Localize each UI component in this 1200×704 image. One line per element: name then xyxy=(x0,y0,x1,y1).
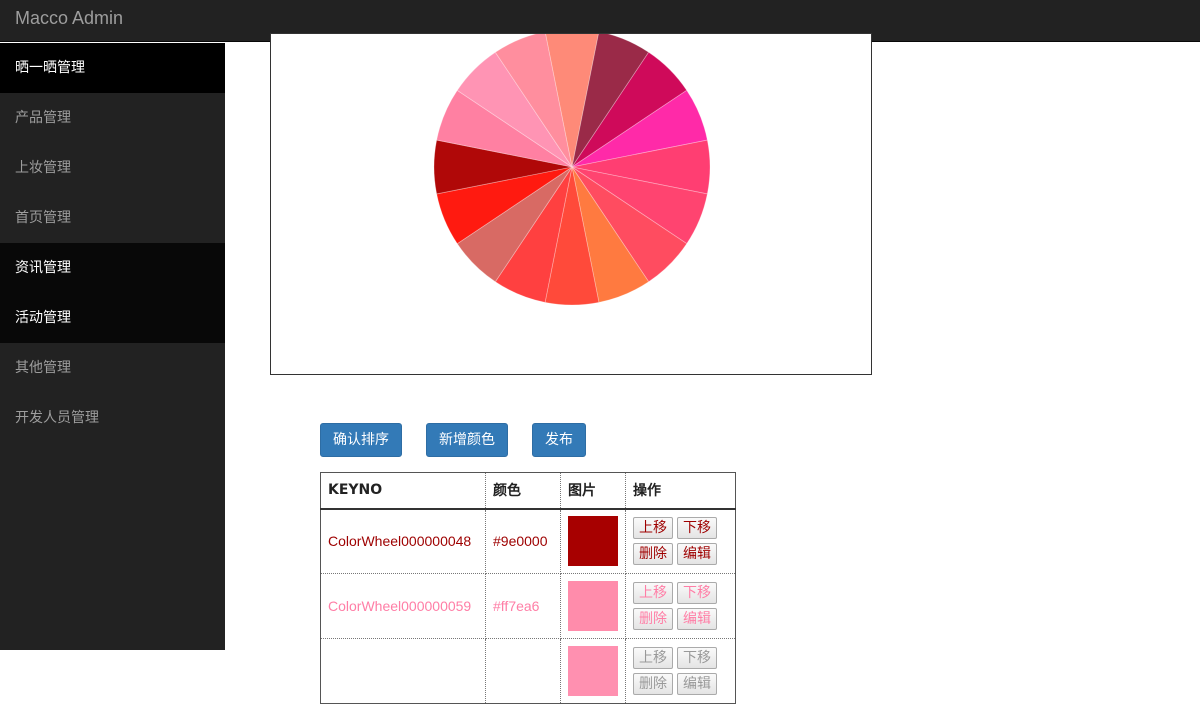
image-cell xyxy=(560,508,626,574)
sidebar-item-events[interactable]: 活动管理 xyxy=(0,293,225,343)
keyno-cell xyxy=(320,638,486,704)
keyno-cell: ColorWheel000000059 xyxy=(320,573,486,639)
color-code-cell: #ff7ea6 xyxy=(485,573,561,639)
edit-button[interactable]: 编辑 xyxy=(677,543,717,566)
image-cell xyxy=(560,638,626,704)
delete-button[interactable]: 删除 xyxy=(633,673,673,695)
keyno-cell: ColorWheel000000048 xyxy=(320,508,486,574)
sidebar-item-homepage[interactable]: 首页管理 xyxy=(0,193,225,243)
sidebar-item-developers[interactable]: 开发人员管理 xyxy=(0,393,225,443)
column-header-actions: 操作 xyxy=(625,472,736,510)
actions-cell: 上移 下移 删除 编辑 xyxy=(625,638,736,704)
confirm-sort-button[interactable]: 确认排序 xyxy=(320,423,402,457)
color-code-cell: #9e0000 xyxy=(485,508,561,574)
sidebar: 晒一晒管理 产品管理 上妆管理 首页管理 资讯管理 活动管理 其他管理 开发人员… xyxy=(0,43,225,650)
move-down-button[interactable]: 下移 xyxy=(677,582,717,604)
sidebar-item-makeup[interactable]: 上妆管理 xyxy=(0,143,225,193)
move-up-button[interactable]: 上移 xyxy=(633,647,673,669)
color-swatch-image xyxy=(568,646,618,696)
color-wheel-preview xyxy=(270,33,872,375)
move-down-button[interactable]: 下移 xyxy=(677,517,717,540)
delete-button[interactable]: 删除 xyxy=(633,543,673,566)
table-row: 上移 下移 删除 编辑 xyxy=(320,638,736,704)
sidebar-item-news[interactable]: 资讯管理 xyxy=(0,243,225,293)
edit-button[interactable]: 编辑 xyxy=(677,608,717,630)
edit-button[interactable]: 编辑 xyxy=(677,673,717,695)
brand-title[interactable]: Macco Admin xyxy=(15,8,123,28)
column-header-color: 颜色 xyxy=(485,472,561,510)
add-color-button[interactable]: 新增颜色 xyxy=(426,423,508,457)
color-table: KEYNO 颜色 图片 操作 ColorWheel000000048 #9e000… xyxy=(320,472,736,704)
image-cell xyxy=(560,573,626,639)
actions-cell: 上移 下移 删除 编辑 xyxy=(625,508,736,574)
publish-button[interactable]: 发布 xyxy=(532,423,586,457)
color-wheel-chart xyxy=(433,34,711,306)
move-up-button[interactable]: 上移 xyxy=(633,582,673,604)
sidebar-item-share[interactable]: 晒一晒管理 xyxy=(0,43,225,93)
column-header-image: 图片 xyxy=(560,472,626,510)
delete-button[interactable]: 删除 xyxy=(633,608,673,630)
table-header-row: KEYNO 颜色 图片 操作 xyxy=(320,472,736,510)
table-row: ColorWheel000000048 #9e0000 上移 下移 删除 编辑 xyxy=(320,508,736,574)
sidebar-item-other[interactable]: 其他管理 xyxy=(0,343,225,393)
main-content: 确认排序 新增颜色 发布 KEYNO 颜色 图片 操作 ColorWheel00… xyxy=(225,33,1200,704)
color-swatch-image xyxy=(568,516,618,567)
color-swatch-image xyxy=(568,581,618,631)
move-up-button[interactable]: 上移 xyxy=(633,517,673,540)
color-code-cell xyxy=(485,638,561,704)
column-header-keyno: KEYNO xyxy=(320,472,486,510)
table-row: ColorWheel000000059 #ff7ea6 上移 下移 删除 编辑 xyxy=(320,573,736,639)
sidebar-item-products[interactable]: 产品管理 xyxy=(0,93,225,143)
move-down-button[interactable]: 下移 xyxy=(677,647,717,669)
actions-cell: 上移 下移 删除 编辑 xyxy=(625,573,736,639)
